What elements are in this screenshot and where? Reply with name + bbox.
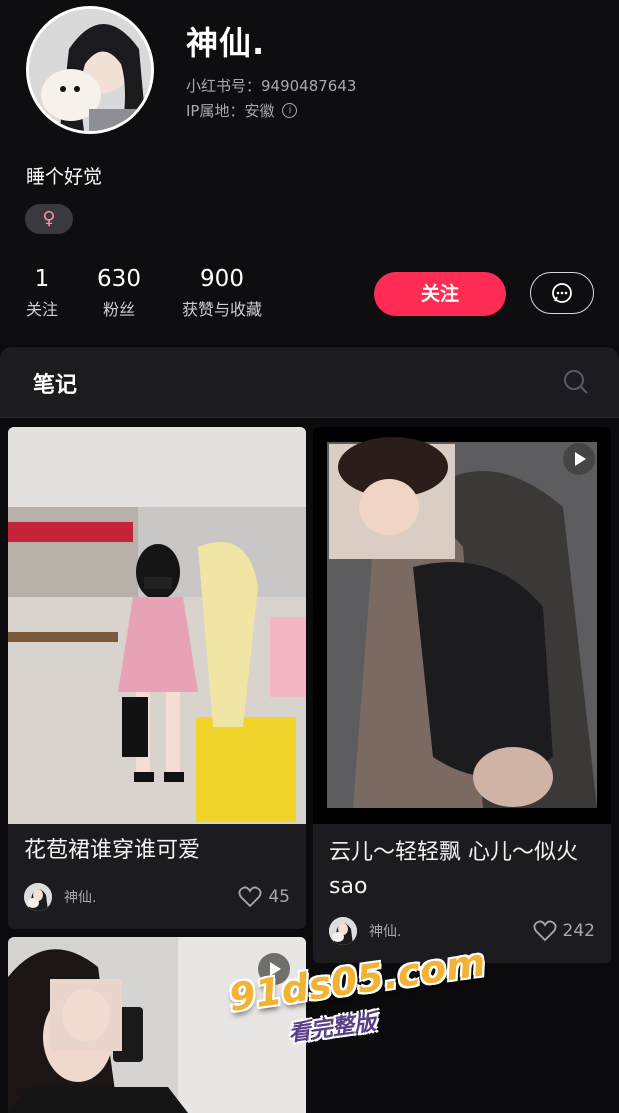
stat-following-value: 1 xyxy=(34,266,50,292)
xhs-id: 小红书号：9490487643 xyxy=(186,77,357,95)
profile-name: 神仙. xyxy=(186,24,266,62)
stat-followers[interactable]: 630 粉丝 xyxy=(96,266,142,320)
like-count: 242 xyxy=(562,921,595,941)
note-card[interactable]: 花苞裙谁穿谁可爱 神仙. 45 xyxy=(8,427,306,929)
like-button[interactable]: 242 xyxy=(533,920,595,942)
note-cover-image xyxy=(8,427,306,824)
stat-followers-label: 粉丝 xyxy=(102,300,135,319)
stat-likes-value: 900 xyxy=(200,266,244,292)
author-avatar[interactable] xyxy=(329,917,357,945)
stat-following-label: 关注 xyxy=(25,300,58,319)
author-name[interactable]: 神仙. xyxy=(369,921,533,941)
divider xyxy=(0,417,619,418)
profile-header: 神仙. 小红书号：9490487643 IP属地：安徽 i 睡个好觉 ♀ 1 关… xyxy=(0,0,619,345)
author-name[interactable]: 神仙. xyxy=(64,887,238,907)
note-title: 云儿～轻轻飘 心儿～似火sao xyxy=(329,840,578,899)
heart-icon xyxy=(238,886,262,908)
stat-likes-label: 获赞与收藏 xyxy=(181,300,262,319)
follow-button[interactable]: 关注 xyxy=(374,272,506,316)
note-cover-image xyxy=(313,427,611,824)
ip-location: IP属地：安徽 i xyxy=(186,100,298,121)
search-icon[interactable] xyxy=(563,369,589,395)
profile-bio: 睡个好觉 xyxy=(26,166,103,188)
stat-followers-value: 630 xyxy=(97,266,141,292)
stat-likes-collects[interactable]: 900 获赞与收藏 xyxy=(175,266,269,320)
message-button[interactable] xyxy=(530,272,594,314)
ip-location-text: IP属地：安徽 xyxy=(186,102,275,120)
profile-avatar[interactable] xyxy=(26,6,154,134)
like-button[interactable]: 45 xyxy=(238,886,290,908)
like-count: 45 xyxy=(268,887,290,907)
author-avatar[interactable] xyxy=(24,883,52,911)
stat-following[interactable]: 1 关注 xyxy=(24,266,60,320)
play-icon xyxy=(563,443,595,475)
chat-bubble-icon xyxy=(552,283,572,303)
note-card[interactable] xyxy=(8,937,306,1113)
heart-icon xyxy=(533,920,557,942)
tab-notes[interactable]: 笔记 xyxy=(33,367,77,399)
info-icon[interactable]: i xyxy=(282,103,298,118)
note-card[interactable]: 云儿～轻轻飘 心儿～似火sao 神仙. 242 xyxy=(313,427,611,963)
gender-badge: ♀ xyxy=(25,204,73,234)
notes-tabbar: 笔记 xyxy=(0,347,619,417)
note-author-row: 神仙. 45 xyxy=(24,881,290,913)
note-title: 花苞裙谁穿谁可爱 xyxy=(24,838,201,863)
